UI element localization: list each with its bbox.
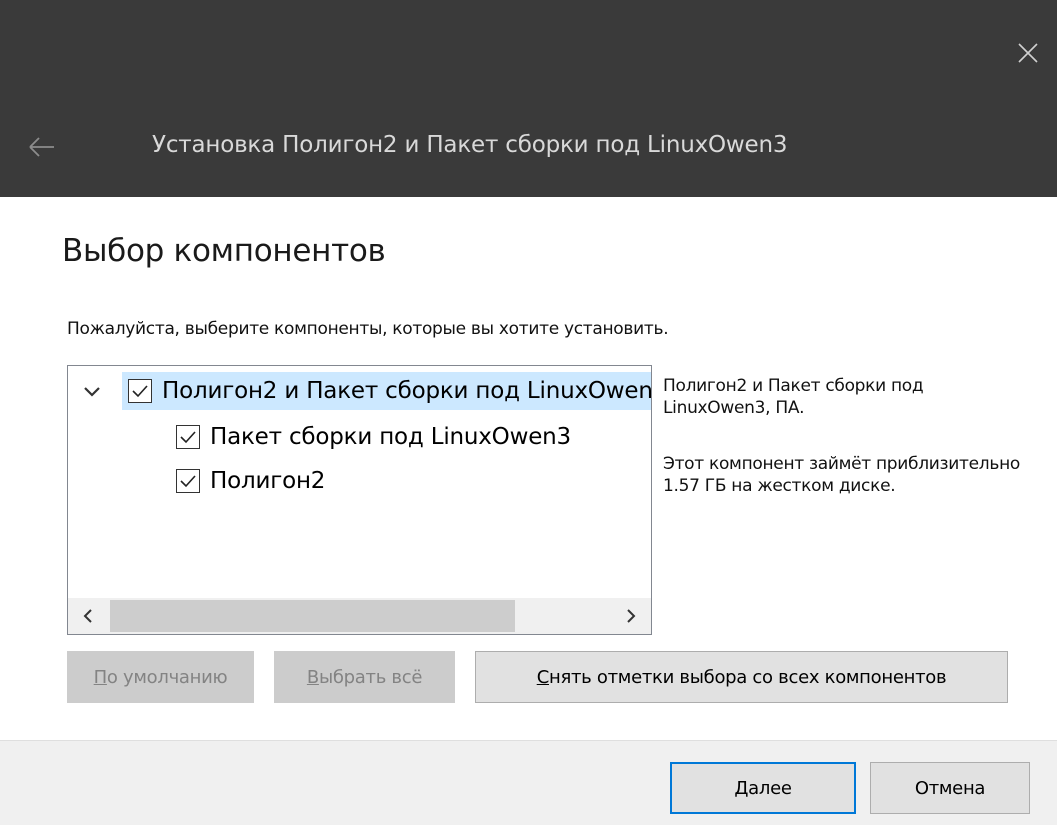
mnemonic-letter: П: [93, 666, 108, 688]
expand-toggle[interactable]: [80, 380, 104, 404]
checkbox-build-package[interactable]: [176, 425, 200, 449]
page-heading: Выбор компонентов: [62, 233, 386, 269]
button-label: нять отметки выбора со всех компонентов: [548, 666, 947, 688]
window-title: Установка Полигон2 и Пакет сборки под Li…: [152, 132, 788, 158]
component-size-info: Этот компонент займёт приблизительно 1.5…: [663, 454, 1020, 496]
component-description: Полигон2 и Пакет сборки под LinuxOwen3, …: [663, 376, 924, 418]
chevron-down-icon: [84, 387, 100, 397]
button-label: Отмена: [914, 777, 986, 799]
checkmark-icon: [180, 431, 196, 444]
back-button[interactable]: [22, 127, 62, 167]
defaults-button[interactable]: По умолчанию: [67, 651, 254, 703]
checkbox-polygon2[interactable]: [176, 469, 200, 493]
button-label: ыбрать всё: [318, 666, 423, 688]
footer-divider: [0, 740, 1057, 741]
instruction-text: Пожалуйста, выберите компоненты, которые…: [67, 319, 669, 339]
mnemonic-letter: Д: [734, 777, 749, 799]
tree-item-root[interactable]: Полигон2 и Пакет сборки под LinuxOwen3: [122, 372, 652, 410]
back-arrow-icon: [29, 137, 54, 157]
button-label: о умолчанию: [106, 666, 228, 688]
horizontal-scrollbar[interactable]: [68, 598, 651, 634]
cancel-button[interactable]: Отмена: [870, 762, 1030, 814]
tree-item-polygon2[interactable]: Полигон2: [176, 462, 325, 500]
checkmark-icon: [132, 385, 148, 398]
checkmark-icon: [180, 475, 196, 488]
chevron-left-icon: [83, 609, 92, 623]
checkbox-root[interactable]: [128, 379, 152, 403]
next-button[interactable]: Далее: [670, 762, 856, 814]
mnemonic-letter: С: [536, 666, 550, 688]
scroll-left-button[interactable]: [68, 598, 108, 634]
tree-item-build-package[interactable]: Пакет сборки под LinuxOwen3: [176, 418, 571, 456]
scrollbar-thumb[interactable]: [110, 600, 515, 632]
components-tree[interactable]: Полигон2 и Пакет сборки под LinuxOwen3 П…: [67, 365, 652, 635]
tree-item-label: Пакет сборки под LinuxOwen3: [210, 424, 571, 450]
tree-item-label: Полигон2 и Пакет сборки под LinuxOwen3: [162, 378, 652, 404]
tree-item-label: Полигон2: [210, 468, 326, 494]
select-all-button[interactable]: Выбрать всё: [274, 651, 455, 703]
close-icon: [1018, 43, 1038, 63]
scroll-right-button[interactable]: [611, 598, 651, 634]
button-label: алее: [748, 777, 792, 799]
chevron-right-icon: [627, 609, 636, 623]
mnemonic-letter: В: [306, 666, 319, 688]
deselect-all-button[interactable]: Снять отметки выбора со всех компонентов: [475, 651, 1008, 703]
title-bar: Установка Полигон2 и Пакет сборки под Li…: [0, 0, 1057, 197]
close-button[interactable]: [999, 25, 1057, 81]
